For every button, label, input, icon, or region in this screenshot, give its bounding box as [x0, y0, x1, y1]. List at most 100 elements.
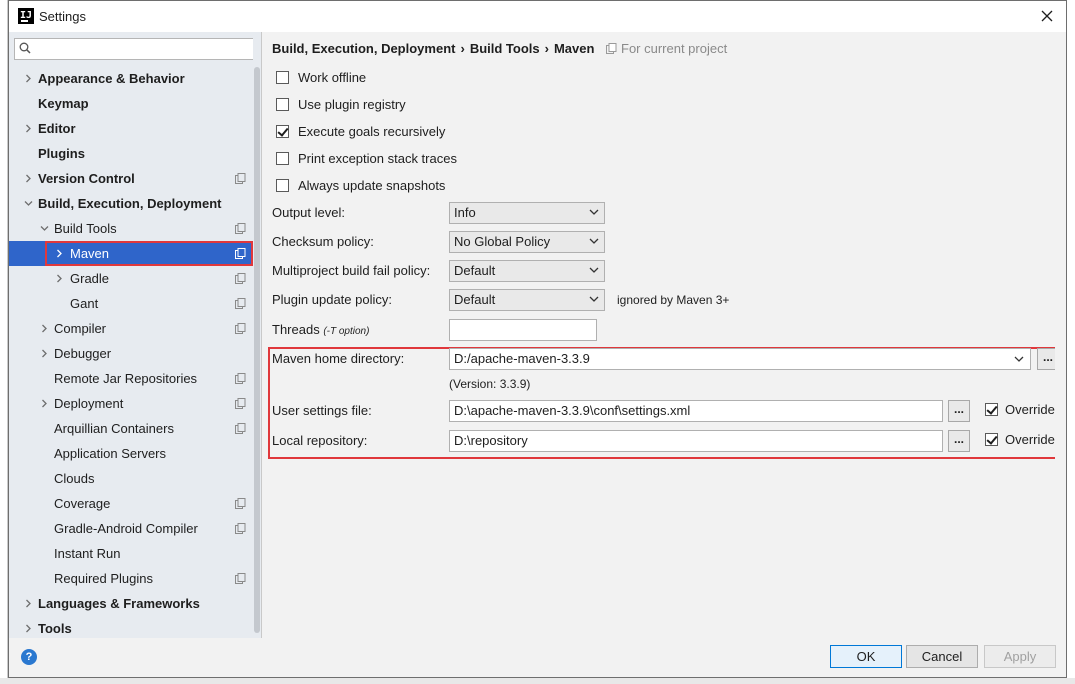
tree-item-build-execution-deployment[interactable]: Build, Execution, Deployment: [9, 191, 253, 216]
execute-goals-checkbox[interactable]: [276, 125, 289, 138]
tree-item-label: Tools: [38, 621, 72, 636]
tree-item-label: Gradle-Android Compiler: [54, 521, 198, 536]
work-offline-checkbox[interactable]: [276, 71, 289, 84]
tree-item-maven[interactable]: Maven: [9, 241, 253, 266]
tree-item-build-tools[interactable]: Build Tools: [9, 216, 253, 241]
tree-item-plugins[interactable]: Plugins: [9, 141, 253, 166]
tree-item-label: Arquillian Containers: [54, 421, 174, 436]
multiproject-fail-policy-select[interactable]: Default: [449, 260, 605, 282]
apply-button[interactable]: Apply: [984, 645, 1056, 668]
threads-label: Threads (-T option): [272, 320, 369, 340]
chevron-right-icon[interactable]: [38, 341, 50, 366]
chevron-right-icon[interactable]: [22, 166, 34, 191]
chevron-right-icon[interactable]: [53, 266, 65, 291]
chevron-down-icon[interactable]: [22, 191, 34, 216]
chevron-down-icon: [589, 296, 599, 302]
user-settings-override-checkbox[interactable]: [985, 403, 998, 416]
user-settings-browse-button[interactable]: ...: [948, 400, 970, 422]
tree-item-keymap[interactable]: Keymap: [9, 91, 253, 116]
chevron-down-icon: [589, 238, 599, 244]
search-box[interactable]: [14, 38, 255, 60]
close-button[interactable]: [1036, 5, 1058, 27]
tree-scrollbar-thumb[interactable]: [254, 67, 260, 633]
maven-home-label: Maven home directory:: [272, 351, 405, 366]
tree-item-application-servers[interactable]: Application Servers: [9, 441, 253, 466]
chevron-right-icon[interactable]: [22, 116, 34, 141]
tree-item-tools[interactable]: Tools: [9, 616, 253, 641]
threads-input[interactable]: [449, 319, 597, 341]
tree-item-arquillian-containers[interactable]: Arquillian Containers: [9, 416, 253, 441]
checksum-policy-label: Checksum policy:: [272, 234, 374, 249]
local-repository-override-label: Override: [1005, 432, 1055, 447]
tree-item-label: Build Tools: [54, 221, 117, 236]
settings-tree: Appearance & Behavior Keymap Editor Plugins…: [9, 66, 253, 641]
always-update-checkbox[interactable]: [276, 179, 289, 192]
multiproject-fail-policy-label: Multiproject build fail policy:: [272, 263, 431, 278]
maven-home-combo[interactable]: D:/apache-maven-3.3.9: [449, 348, 1031, 370]
maven-version: (Version: 3.3.9): [449, 377, 531, 391]
ok-button[interactable]: OK: [830, 645, 902, 668]
tree-item-label: Languages & Frameworks: [38, 596, 200, 611]
tree-item-coverage[interactable]: Coverage: [9, 491, 253, 516]
breadcrumb: Build, Execution, Deployment › Build Tools…: [272, 41, 594, 56]
chevron-right-icon[interactable]: [38, 316, 50, 341]
breadcrumb-separator: ›: [544, 41, 549, 56]
use-plugin-registry-checkbox[interactable]: [276, 98, 289, 111]
tree-item-editor[interactable]: Editor: [9, 116, 253, 141]
output-level-select[interactable]: Info: [449, 202, 605, 224]
local-repository-input[interactable]: D:\repository: [449, 430, 943, 452]
chevron-right-icon[interactable]: [38, 391, 50, 416]
tree-item-gradle[interactable]: Gradle: [9, 266, 253, 291]
tree-item-label: Build, Execution, Deployment: [38, 196, 222, 211]
tree-item-version-control[interactable]: Version Control: [9, 166, 253, 191]
work-offline-label: Work offline: [298, 70, 367, 85]
background-window-bottom: [0, 678, 1075, 684]
project-level-icon: [235, 373, 246, 384]
always-update-label: Always update snapshots: [298, 178, 446, 193]
settings-scrollbar[interactable]: [1055, 32, 1066, 638]
user-settings-label: User settings file:: [272, 403, 372, 418]
chevron-right-icon[interactable]: [22, 66, 34, 91]
tree-item-gradle-android-compiler[interactable]: Gradle-Android Compiler: [9, 516, 253, 541]
print-exception-label: Print exception stack traces: [298, 151, 457, 166]
tree-item-debugger[interactable]: Debugger: [9, 341, 253, 366]
tree-item-gant[interactable]: Gant: [9, 291, 253, 316]
search-input[interactable]: [35, 40, 250, 58]
tree-item-instant-run[interactable]: Instant Run: [9, 541, 253, 566]
tree-item-clouds[interactable]: Clouds: [9, 466, 253, 491]
project-level-icon: [235, 223, 246, 234]
tree-item-compiler[interactable]: Compiler: [9, 316, 253, 341]
tree-item-label: Instant Run: [54, 546, 121, 561]
tree-item-label: Remote Jar Repositories: [54, 371, 198, 386]
help-button[interactable]: ?: [21, 649, 37, 665]
threads-option-hint: (-T option): [323, 326, 370, 337]
print-exception-checkbox[interactable]: [276, 152, 289, 165]
project-scope-icon: [606, 43, 617, 54]
plugin-update-policy-select[interactable]: Default: [449, 289, 605, 311]
plugin-update-policy-value: Default: [454, 292, 496, 307]
plugin-update-policy-label: Plugin update policy:: [272, 292, 392, 307]
checksum-policy-value: No Global Policy: [454, 234, 551, 249]
multiproject-fail-policy-value: Default: [454, 263, 496, 278]
tree-item-appearance-behavior[interactable]: Appearance & Behavior: [9, 66, 253, 91]
local-repository-browse-button[interactable]: ...: [948, 430, 970, 452]
chevron-right-icon[interactable]: [22, 616, 34, 641]
tree-item-label: Gradle: [70, 271, 110, 286]
checksum-policy-select[interactable]: No Global Policy: [449, 231, 605, 253]
tree-item-label: Debugger: [54, 346, 112, 361]
tree-item-required-plugins[interactable]: Required Plugins: [9, 566, 253, 591]
chevron-right-icon[interactable]: [22, 591, 34, 616]
cancel-button[interactable]: Cancel: [906, 645, 978, 668]
tree-item-languages-frameworks[interactable]: Languages & Frameworks: [9, 591, 253, 616]
tree-item-label: Appearance & Behavior: [38, 71, 185, 86]
local-repository-override-checkbox[interactable]: [985, 433, 998, 446]
chevron-down-icon[interactable]: [38, 216, 50, 241]
tree-item-remote-jar-repositories[interactable]: Remote Jar Repositories: [9, 366, 253, 391]
project-level-icon: [235, 423, 246, 434]
threads-label-text: Threads: [272, 322, 320, 337]
tree-item-label: Coverage: [54, 496, 111, 511]
user-settings-input[interactable]: D:\apache-maven-3.3.9\conf\settings.xml: [449, 400, 943, 422]
user-settings-override-label: Override: [1005, 402, 1055, 417]
tree-item-deployment[interactable]: Deployment: [9, 391, 253, 416]
project-level-icon: [235, 173, 246, 184]
